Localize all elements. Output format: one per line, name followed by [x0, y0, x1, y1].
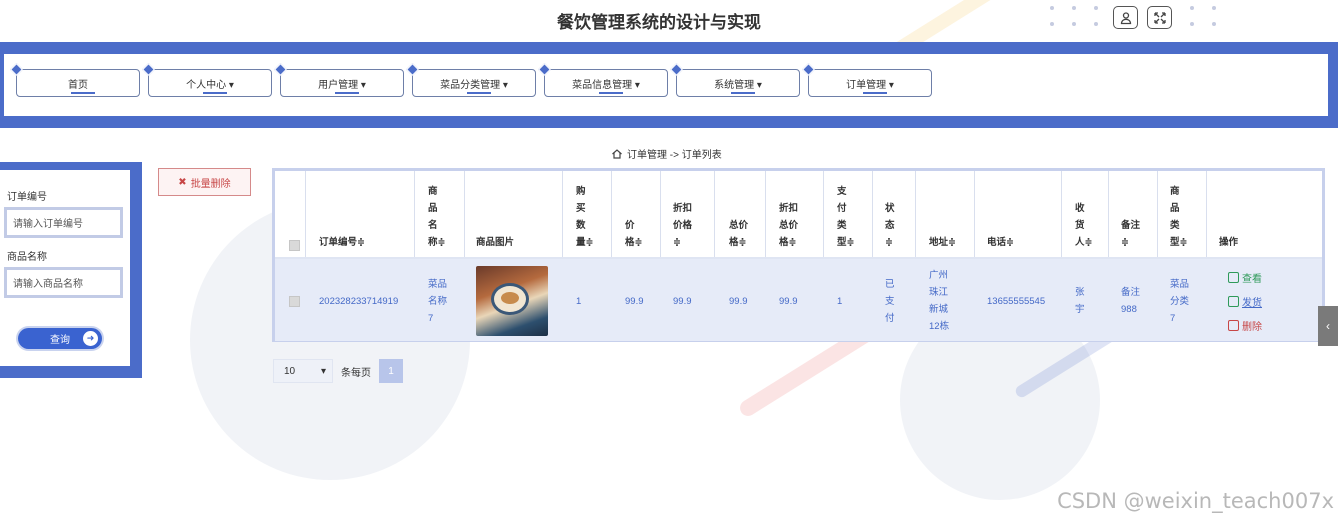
delete-icon [1228, 319, 1239, 331]
cell-quantity: 1 [576, 295, 582, 307]
nav-item-orders[interactable]: 订单管理 ▾ [802, 63, 932, 97]
col-product-image: 商品图片 [476, 237, 515, 248]
nav-inner: 首页 个人中心 ▾ 用户管理 ▾ 菜品分类管理 ▾ 菜品信息管理 ▾ 系统管理 … [4, 54, 1328, 116]
delete-button[interactable]: 删除 [1228, 313, 1262, 337]
arrow-right-icon: ➜ [83, 331, 98, 346]
view-button[interactable]: 查看 [1228, 265, 1262, 289]
nav-item-system[interactable]: 系统管理 ▾ [670, 63, 800, 97]
col-product-name[interactable]: 商 品 名 称≑ [428, 171, 445, 257]
row-checkbox-cell[interactable] [289, 259, 300, 343]
col-phone[interactable]: 电话≑ [987, 171, 1014, 257]
col-receiver[interactable]: 收 货 人≑ [1075, 171, 1092, 257]
col-total[interactable]: 总价 格≑ [729, 171, 748, 257]
cell-actions: 查看 发货 删除 [1228, 259, 1262, 343]
product-name-label: 商品名称 [7, 252, 47, 263]
col-price[interactable]: 价 格≑ [625, 171, 642, 257]
orders-table: 订单编号≑ 商 品 名 称≑ 商品图片 购 买 数 量≑ 价 格≑ 折扣 价格 … [272, 168, 1325, 342]
cell-category: 菜品 分类 7 [1170, 278, 1190, 324]
query-button[interactable]: 查询 ➜ [18, 328, 102, 349]
home-icon [612, 148, 622, 159]
cell-order-no: 202328233714919 [319, 295, 399, 307]
select-all-checkbox[interactable] [289, 240, 300, 251]
cell-price: 99.9 [625, 295, 644, 307]
chevron-down-icon: ▾ [320, 365, 326, 377]
table-row: 202328233714919 菜品 名称 7 1 99.9 99.9 99.9… [275, 257, 1322, 341]
col-status[interactable]: 状 态 ≑ [885, 171, 895, 257]
col-pay-type[interactable]: 支 付 类 型≑ [837, 171, 854, 257]
header: 餐饮管理系统的设计与实现 [0, 0, 1338, 42]
nav-item-dish-category[interactable]: 菜品分类管理 ▾ [406, 63, 536, 97]
order-no-label: 订单编号 [7, 192, 47, 203]
col-remark[interactable]: 备注 ≑ [1121, 171, 1140, 257]
col-quantity[interactable]: 购 买 数 量≑ [576, 171, 593, 257]
page-size-select[interactable]: 10 ▾ [273, 359, 333, 383]
row-checkbox[interactable] [289, 295, 300, 307]
page-button-current[interactable]: 1 [379, 359, 403, 383]
view-icon [1228, 271, 1239, 283]
col-order-no[interactable]: 订单编号≑ [319, 171, 365, 257]
pin-icon [274, 63, 287, 76]
watermark: CSDN @weixin_teach007x [1057, 489, 1334, 513]
search-panel-inner: 订单编号 请输入订单编号 商品名称 请输入商品名称 查询 ➜ [0, 170, 130, 366]
batch-delete-button[interactable]: ✖ 批量删除 [158, 168, 251, 196]
pagination: 10 ▾ 条每页 1 [273, 359, 403, 383]
user-button[interactable] [1113, 6, 1138, 29]
breadcrumb: 订单管理 -> 订单列表 [611, 146, 722, 161]
pin-icon [142, 63, 155, 76]
col-discount-total[interactable]: 折扣 总价 格≑ [779, 171, 798, 257]
cell-discount-price: 99.9 [673, 295, 692, 307]
cell-address: 广州 珠江 新城 12栋 [929, 270, 950, 332]
fullscreen-button[interactable] [1147, 6, 1172, 29]
product-name-input[interactable]: 请输入商品名称 [4, 267, 123, 298]
nav-item-personal-center[interactable]: 个人中心 ▾ [142, 63, 272, 97]
col-category[interactable]: 商 品 类 型≑ [1170, 171, 1187, 257]
search-panel: 订单编号 请输入订单编号 商品名称 请输入商品名称 查询 ➜ [0, 162, 142, 378]
ship-button[interactable]: 发货 [1228, 289, 1262, 313]
nav-item-home[interactable]: 首页 [10, 63, 140, 97]
order-no-input[interactable]: 请输入订单编号 [4, 207, 123, 238]
user-icon [1120, 11, 1131, 24]
table-header: 订单编号≑ 商 品 名 称≑ 商品图片 购 买 数 量≑ 价 格≑ 折扣 价格 … [275, 171, 1322, 257]
product-image [476, 266, 548, 336]
cell-total: 99.9 [729, 295, 748, 307]
col-actions: 操作 [1219, 237, 1239, 248]
chevron-left-icon: ‹ [1326, 319, 1330, 333]
pin-icon [538, 63, 551, 76]
cell-phone: 13655555545 [987, 295, 1046, 307]
fullscreen-icon [1153, 11, 1166, 24]
cell-discount-total: 99.9 [779, 295, 798, 307]
pin-icon [10, 63, 23, 76]
select-all-checkbox-cell[interactable] [289, 171, 300, 257]
cell-remark: 备注 988 [1121, 287, 1141, 315]
nav-item-user-management[interactable]: 用户管理 ▾ [274, 63, 404, 97]
nav-item-dish-info[interactable]: 菜品信息管理 ▾ [538, 63, 668, 97]
cell-pay-type: 1 [837, 295, 843, 307]
close-icon: ✖ [178, 176, 187, 188]
cell-product-image [476, 259, 548, 343]
edit-icon [1228, 295, 1239, 307]
pin-icon [802, 63, 815, 76]
cell-receiver: 张 宇 [1075, 287, 1085, 315]
cell-status: 已 支 付 [885, 278, 895, 324]
col-address[interactable]: 地址≑ [929, 171, 956, 257]
side-panel-toggle[interactable]: ‹ [1318, 306, 1338, 346]
nav-bar: 首页 个人中心 ▾ 用户管理 ▾ 菜品分类管理 ▾ 菜品信息管理 ▾ 系统管理 … [0, 42, 1338, 128]
col-discount-price[interactable]: 折扣 价格 ≑ [673, 171, 692, 257]
pin-icon [406, 63, 419, 76]
cell-product-name: 菜品 名称 7 [428, 278, 448, 324]
per-page-label: 条每页 [341, 367, 371, 379]
pin-icon [670, 63, 683, 76]
